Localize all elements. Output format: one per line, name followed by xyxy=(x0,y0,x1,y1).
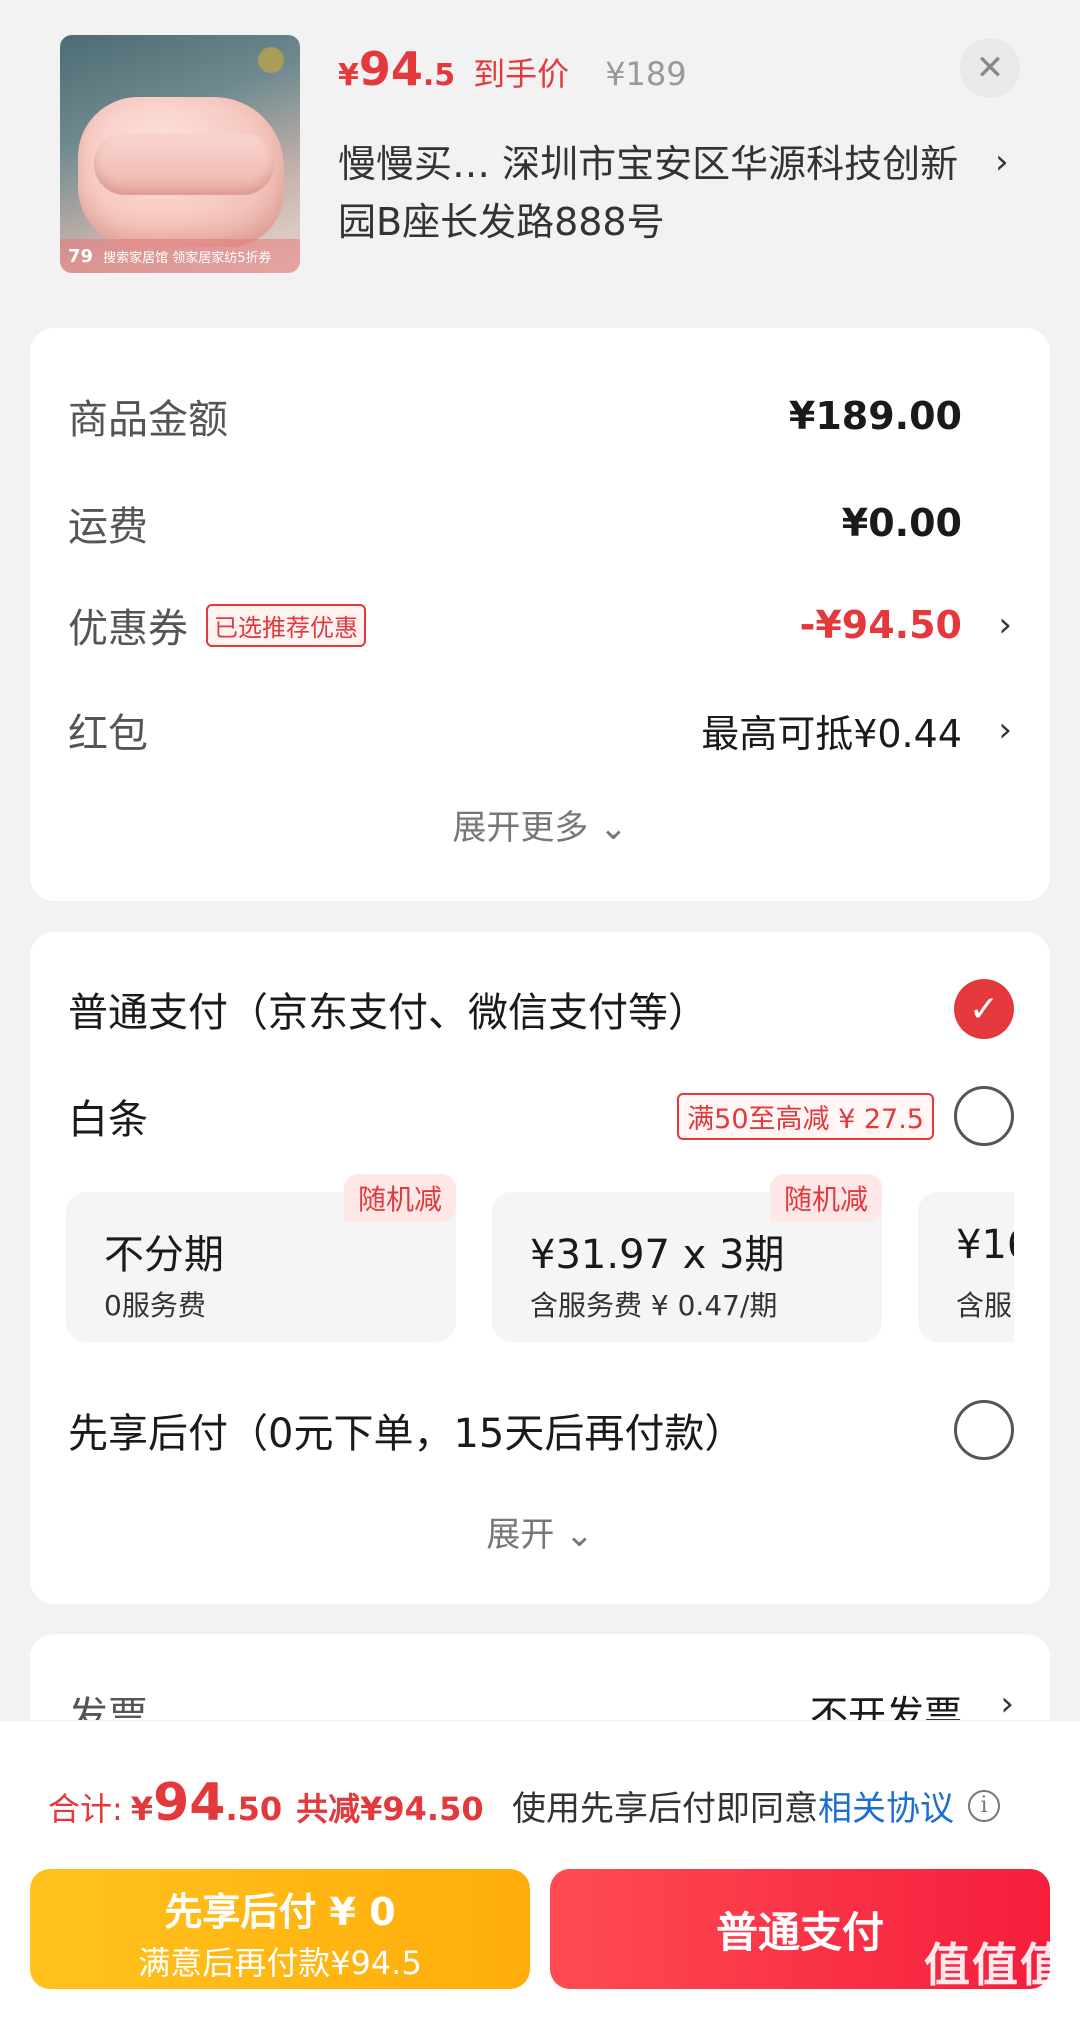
plan-title: 不分期 xyxy=(104,1232,224,1278)
coupon-row[interactable]: 优惠券 已选推荐优惠 -¥94.50 › xyxy=(68,595,1012,655)
total-label: 合计: xyxy=(48,1790,123,1828)
plan-no-installment[interactable]: 不分期 0服务费 随机减 xyxy=(66,1174,456,1342)
price-yen: ¥ xyxy=(338,58,359,93)
plan-subtitle: 含服 xyxy=(956,1289,1013,1322)
expand-button[interactable]: 展开 ⌄ xyxy=(30,1507,1050,1556)
price-decimal: .5 xyxy=(422,58,456,93)
chevron-right-icon[interactable]: › xyxy=(995,142,1009,182)
price-integer: 94 xyxy=(358,42,423,96)
red-packet-row[interactable]: 红包 最高可抵¥0.44 › xyxy=(68,700,1012,760)
fee-summary-card: 商品金额 ¥189.00 运费 ¥0.00 优惠券 已选推荐优惠 -¥94.50… xyxy=(30,328,1050,901)
watermark-url: zhizhizhi.com xyxy=(946,1995,1068,2016)
total-integer: 94 xyxy=(153,1773,226,1833)
baitiao-label: 白条 xyxy=(68,1097,148,1143)
chevron-right-icon[interactable]: › xyxy=(998,605,1012,645)
red-packet-label: 红包 xyxy=(68,711,148,757)
thumb-promo-strip: 79 搜索家居馆 领家居家纺5折券 xyxy=(60,239,300,273)
coupon-selected-badge: 已选推荐优惠 xyxy=(206,603,366,647)
info-icon[interactable]: i xyxy=(968,1789,1000,1822)
delivery-address[interactable]: 慢慢买… 深圳市宝安区华源科技创新园B座长发路888号 xyxy=(338,135,978,251)
pay-later-button-line2: 满意后再付款¥94.5 xyxy=(138,1944,422,1982)
agreement-text: 使用先享后付即同意 相关协议 i xyxy=(512,1781,1000,1830)
plan-title: ¥31.97 x 3期 xyxy=(530,1232,785,1278)
plan-subtitle: 0服务费 xyxy=(104,1289,206,1322)
product-thumbnail[interactable]: 79 搜索家居馆 领家居家纺5折券 xyxy=(60,35,300,273)
installment-plans: 不分期 0服务费 随机减 ¥31.97 x 3期 含服务费 ¥ 0.47/期 随… xyxy=(66,1172,1014,1352)
baitiao-radio[interactable] xyxy=(954,1086,1014,1146)
shipping-value: ¥0.00 xyxy=(841,501,962,545)
chevron-right-icon[interactable]: › xyxy=(998,710,1012,750)
goods-amount-value: ¥189.00 xyxy=(788,394,962,438)
thumb-strip-number: 79 xyxy=(68,245,94,267)
flower-decoration-icon xyxy=(258,47,284,73)
coupon-label: 优惠券 xyxy=(68,606,188,652)
payment-method-card: 普通支付（京东支付、微信支付等） ✓ 白条 满50至高减 ¥ 27.5 不分期 … xyxy=(30,932,1050,1604)
normal-payment-label: 普通支付（京东支付、微信支付等） xyxy=(68,990,708,1036)
plan-3-installments[interactable]: ¥31.97 x 3期 含服务费 ¥ 0.47/期 随机减 xyxy=(492,1174,882,1342)
pay-later-button-line1: 先享后付 ¥ 0 xyxy=(164,1890,396,1934)
watermark-text: 值值值 xyxy=(924,1938,1068,1992)
agreement-prefix: 使用先享后付即同意 xyxy=(512,1789,818,1829)
goods-amount-label: 商品金额 xyxy=(68,397,228,443)
plan-partial-next[interactable]: ¥16 含服 xyxy=(918,1192,1014,1342)
original-price: ¥189 xyxy=(605,55,687,93)
product-header: 79 搜索家居馆 领家居家纺5折券 ¥ 94 .5 到手价 ¥189 ✕ 慢慢买… xyxy=(0,0,1080,315)
random-discount-badge: 随机减 xyxy=(769,1174,882,1222)
price-line: ¥ 94 .5 到手价 ¥189 xyxy=(338,42,687,96)
total-decimal: .50 xyxy=(225,1790,283,1828)
total-saved: 共减¥94.50 xyxy=(296,1790,484,1828)
red-packet-value: 最高可抵¥0.44 xyxy=(701,711,962,756)
plan-title: ¥16 xyxy=(956,1222,1014,1268)
random-discount-badge: 随机减 xyxy=(343,1174,456,1222)
total-summary: 合计: ¥ 94 .50 共减¥94.50 xyxy=(48,1773,484,1833)
plan-subtitle: 含服务费 ¥ 0.47/期 xyxy=(530,1289,778,1322)
agreement-link[interactable]: 相关协议 xyxy=(818,1781,954,1830)
baitiao-option[interactable]: 白条 满50至高减 ¥ 27.5 xyxy=(68,1084,1014,1148)
shipping-label: 运费 xyxy=(68,504,148,550)
checkout-footer: 合计: ¥ 94 .50 共减¥94.50 使用先享后付即同意 相关协议 i 先… xyxy=(0,1720,1080,2024)
shipping-row: 运费 ¥0.00 xyxy=(68,493,1012,553)
close-icon[interactable]: ✕ xyxy=(960,38,1020,98)
chevron-right-icon[interactable]: › xyxy=(1000,1684,1014,1724)
pay-later-button[interactable]: 先享后付 ¥ 0 满意后再付款¥94.5 xyxy=(30,1869,530,1989)
price-tag-label: 到手价 xyxy=(473,55,570,93)
pay-later-option[interactable]: 先享后付（0元下单，15天后再付款） xyxy=(68,1398,1014,1462)
coupon-value: -¥94.50 xyxy=(799,603,962,647)
check-icon[interactable]: ✓ xyxy=(954,979,1014,1039)
thumb-strip-text: 搜索家居馆 领家居家纺5折券 xyxy=(103,250,272,266)
total-yen: ¥ xyxy=(130,1790,154,1828)
quilt-roll-image xyxy=(94,133,274,195)
watermark: 值值值 zhizhizhi.com xyxy=(924,1929,1068,2016)
normal-payment-option[interactable]: 普通支付（京东支付、微信支付等） ✓ xyxy=(68,977,1014,1041)
pay-later-label: 先享后付（0元下单，15天后再付款） xyxy=(68,1411,745,1457)
expand-more-button[interactable]: 展开更多 ⌄ xyxy=(30,800,1050,849)
goods-amount-row: 商品金额 ¥189.00 xyxy=(68,386,1012,446)
baitiao-promo-tag: 满50至高减 ¥ 27.5 xyxy=(677,1092,934,1140)
pay-later-radio[interactable] xyxy=(954,1400,1014,1460)
